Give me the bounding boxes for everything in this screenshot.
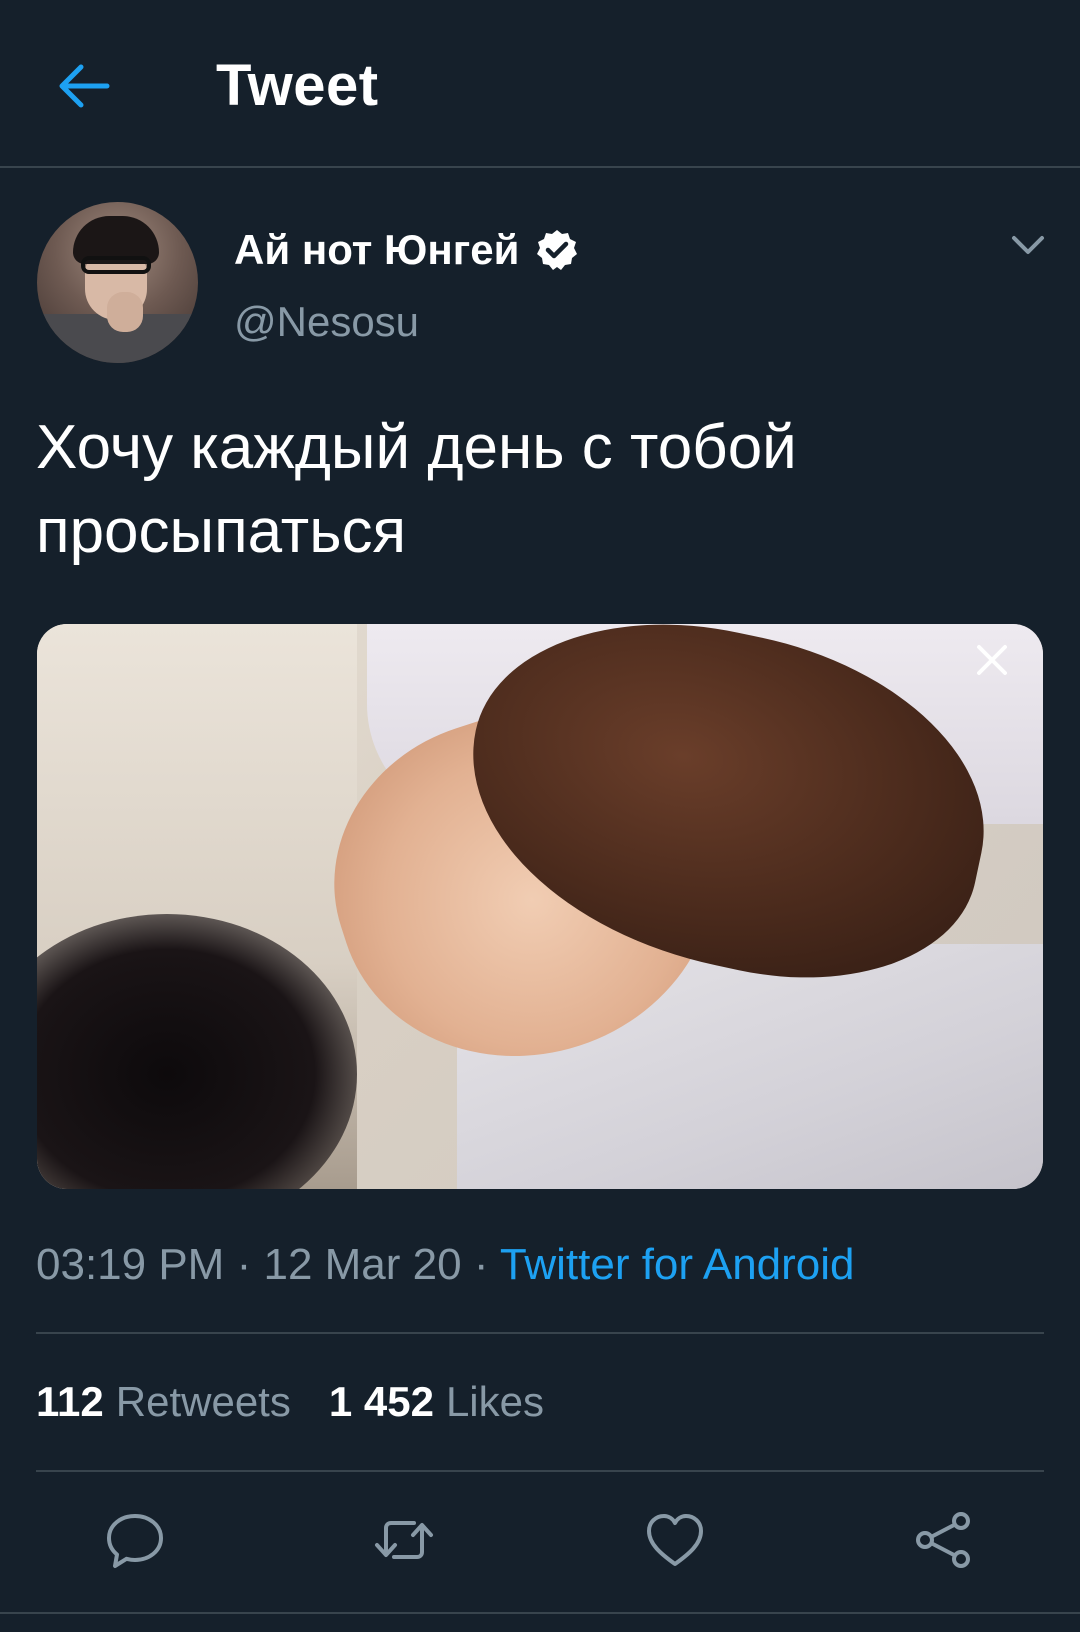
divider — [0, 1612, 1080, 1614]
author-display-name: Ай нот Юнгей — [234, 226, 520, 273]
retweets-label: Retweets — [115, 1378, 291, 1425]
like-button[interactable] — [643, 1508, 707, 1572]
share-button[interactable] — [912, 1508, 976, 1572]
tweet-text: Хочу каждый день с тобой просыпаться — [36, 413, 797, 566]
retweet-button[interactable] — [372, 1508, 436, 1572]
retweet-icon — [375, 1521, 433, 1559]
likes-stat[interactable]: 1 452 Likes — [329, 1374, 544, 1430]
tweet-date: 12 Mar 20 — [263, 1240, 462, 1289]
meta-separator: · — [473, 1240, 489, 1289]
like-icon — [647, 1514, 703, 1566]
author-handle[interactable]: @Nesosu — [234, 296, 419, 348]
tweet-time: 03:19 PM — [36, 1240, 225, 1289]
page-title: Tweet — [216, 53, 379, 118]
divider — [36, 1470, 1044, 1472]
share-icon — [916, 1512, 970, 1568]
tweet-stats: 112 Retweets 1 452 Likes — [36, 1374, 544, 1430]
tweet-meta: 03:19 PM · 12 Mar 20 · Twitter for Andro… — [36, 1236, 855, 1294]
likes-label: Likes — [445, 1378, 545, 1425]
verified-badge-icon — [537, 230, 578, 270]
chevron-down-icon[interactable] — [1010, 230, 1046, 260]
divider — [36, 1332, 1044, 1334]
reply-button[interactable] — [103, 1508, 167, 1572]
tweet-media-image[interactable] — [37, 624, 1043, 1189]
arrow-left-icon — [59, 64, 110, 108]
tweet-source-link[interactable]: Twitter for Android — [500, 1240, 855, 1289]
avatar[interactable] — [37, 202, 198, 363]
retweets-count: 112 — [36, 1378, 104, 1425]
back-button[interactable] — [52, 56, 116, 116]
author-name-row[interactable]: Ай нот Юнгей — [234, 222, 579, 278]
retweets-stat[interactable]: 112 Retweets — [36, 1374, 291, 1430]
likes-count: 1 452 — [328, 1378, 434, 1425]
meta-separator: · — [236, 1240, 252, 1289]
reply-icon — [107, 1514, 163, 1568]
top-bar: Tweet — [0, 0, 1080, 168]
close-icon[interactable] — [972, 640, 1012, 680]
